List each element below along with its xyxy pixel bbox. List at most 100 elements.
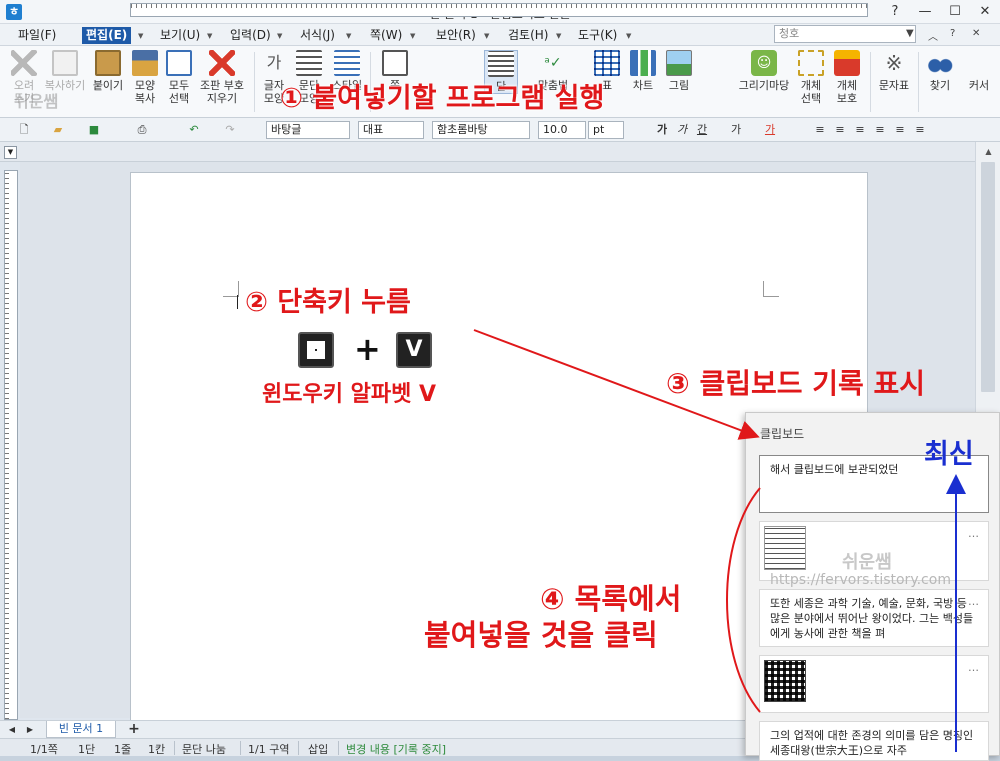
redo-icon[interactable]: ↷ <box>222 122 238 138</box>
clear-marks-icon <box>209 50 235 76</box>
para-shape-icon <box>296 50 322 76</box>
annotation-latest: 최신 <box>924 439 974 470</box>
annotation-step4-line2: 붙여넣을 것을 클릭 <box>424 618 658 652</box>
status-area: 1/1 구역 <box>248 743 290 756</box>
add-tab-button[interactable]: + <box>126 721 142 737</box>
clipboard-item[interactable]: 또한 세종은 과학 기술, 예술, 문화, 국방 등 많은 분야에서 뛰어난 왕… <box>759 589 989 647</box>
style-select[interactable]: 바탕글 <box>266 121 350 139</box>
select-all-button[interactable]: 모두 선택 <box>162 50 196 105</box>
save-icon[interactable]: ■ <box>86 122 102 138</box>
scroll-up-icon[interactable]: ▲ <box>981 144 996 159</box>
strike-button[interactable]: 가 <box>728 122 744 138</box>
chart-button[interactable]: 차트 <box>626 50 660 92</box>
object-select-button[interactable]: 개체 선택 <box>794 50 828 105</box>
status-mode[interactable]: 삽입 <box>308 741 328 757</box>
chevron-down-icon[interactable]: ▼ <box>138 32 143 40</box>
watermark-middle: 쉬운쌤 <box>842 552 892 573</box>
clipboard-item[interactable]: 그의 업적에 대한 존경의 의미를 담은 명칭인 세종대왕(世宗大王)으로 자주 <box>759 721 989 761</box>
bold-button[interactable]: 가 <box>654 122 670 138</box>
align-distribute-button[interactable]: ≡ <box>892 122 908 138</box>
paste-button[interactable]: 붙이기 <box>90 50 126 92</box>
help-icon[interactable]: ? <box>880 2 910 22</box>
find-button[interactable]: 찾기 <box>922 50 958 92</box>
language-select[interactable]: 대표 <box>358 121 424 139</box>
menu-insert[interactable]: 입력(D) <box>226 27 275 44</box>
plus-sign: + <box>354 330 381 368</box>
status-track-changes[interactable]: 변경 내용 [기록 중지] <box>346 741 446 757</box>
tab-document-1[interactable]: 빈 문서 1 <box>46 721 116 738</box>
select-all-label: 모두 선택 <box>168 79 190 105</box>
format-painter-button[interactable]: 모양 복사 <box>128 50 162 105</box>
status-line: 1줄 <box>114 743 132 756</box>
chevron-down-icon[interactable]: ▼ <box>556 32 561 40</box>
chevron-down-icon[interactable]: ▼ <box>277 32 282 40</box>
align-right-button[interactable]: ≡ <box>872 122 888 138</box>
menu-edit[interactable]: 편집(E) <box>82 27 132 44</box>
cursor-button[interactable]: 커서 <box>962 50 996 92</box>
paste-label: 붙이기 <box>92 79 124 92</box>
close-doc-icon[interactable]: ✕ <box>972 28 980 39</box>
chevron-down-icon[interactable]: ▼ <box>626 32 631 40</box>
unit-select[interactable]: pt <box>588 121 624 139</box>
clear-marks-button[interactable]: 조판 부호 지우기 <box>196 50 248 105</box>
annotation-step3: ③ 클립보드 기록 표시 <box>666 367 926 400</box>
underline-button[interactable]: 간 <box>694 122 710 138</box>
chevron-down-icon[interactable]: ▼ <box>906 28 914 39</box>
new-doc-icon[interactable]: 🗋 <box>16 122 32 138</box>
menu-file[interactable]: 파일(F) <box>14 27 60 44</box>
open-folder-icon[interactable]: ▰ <box>50 122 66 138</box>
more-options-icon[interactable]: … <box>968 660 980 675</box>
font-select[interactable]: 함초롬바탕 <box>432 121 530 139</box>
menu-view[interactable]: 보기(U) <box>156 27 204 44</box>
chevron-down-icon[interactable]: ▼ <box>346 32 351 40</box>
status-page: 1/1쪽 <box>30 743 58 756</box>
drawing-label: 그리기마당 <box>738 79 790 92</box>
font-size-input[interactable]: 10.0 <box>538 121 586 139</box>
copy-button[interactable]: 복사하기 <box>42 50 88 92</box>
italic-button[interactable]: 가 <box>674 122 690 138</box>
clipboard-item[interactable]: … <box>759 655 989 713</box>
chevron-down-icon[interactable]: ▼ <box>207 32 212 40</box>
more-options-icon[interactable]: … <box>968 594 980 609</box>
table-icon <box>594 50 620 76</box>
drawing-button[interactable]: ☺ 그리기마당 <box>736 50 792 92</box>
collapse-ribbon-icon[interactable]: ︿ <box>928 28 938 43</box>
tab-next-icon[interactable]: ▶ <box>22 722 38 738</box>
v-key: V <box>396 332 432 368</box>
symbol-label: 문자표 <box>878 79 910 92</box>
ruler-toggle-icon[interactable]: ▼ <box>4 146 17 159</box>
ribbon-separator <box>918 52 919 112</box>
symbol-button[interactable]: ※ 문자표 <box>874 50 914 92</box>
close-icon[interactable]: ✕ <box>970 2 1000 22</box>
spell-icon: ᵃ✓ <box>544 55 562 71</box>
menu-tools[interactable]: 도구(K) <box>574 27 621 44</box>
print-icon[interactable]: ⎙ <box>134 122 150 138</box>
font-color-button[interactable]: 가 <box>762 122 778 138</box>
scroll-thumb[interactable] <box>981 162 995 392</box>
horizontal-ruler[interactable] <box>130 3 868 17</box>
menu-page[interactable]: 쪽(W) <box>366 27 406 44</box>
picture-button[interactable]: 그림 <box>662 50 696 92</box>
column-icon <box>488 51 514 77</box>
undo-icon[interactable]: ↶ <box>186 122 202 138</box>
style-name-box[interactable]: 청호 <box>774 25 916 43</box>
select-all-icon <box>166 50 192 76</box>
chevron-down-icon[interactable]: ▼ <box>484 32 489 40</box>
more-options-icon[interactable]: … <box>968 526 980 541</box>
align-justify-button[interactable]: ≡ <box>812 122 828 138</box>
object-protect-button[interactable]: 개체 보호 <box>830 50 864 105</box>
align-center-button[interactable]: ≡ <box>852 122 868 138</box>
align-split-button[interactable]: ≡ <box>912 122 928 138</box>
vertical-ruler[interactable] <box>4 170 18 720</box>
menu-format[interactable]: 서식(J) <box>296 27 339 44</box>
maximize-icon[interactable]: ☐ <box>940 2 970 22</box>
align-left-button[interactable]: ≡ <box>832 122 848 138</box>
tab-prev-icon[interactable]: ◀ <box>4 722 20 738</box>
menu-review[interactable]: 검토(H) <box>504 27 552 44</box>
chevron-down-icon[interactable]: ▼ <box>410 32 415 40</box>
menu-security[interactable]: 보안(R) <box>432 27 480 44</box>
clipboard-qr-thumbnail <box>764 660 806 702</box>
object-protect-label: 개체 보호 <box>836 79 858 105</box>
minimize-icon[interactable]: — <box>910 2 940 22</box>
help-small-icon[interactable]: ? <box>950 28 955 39</box>
